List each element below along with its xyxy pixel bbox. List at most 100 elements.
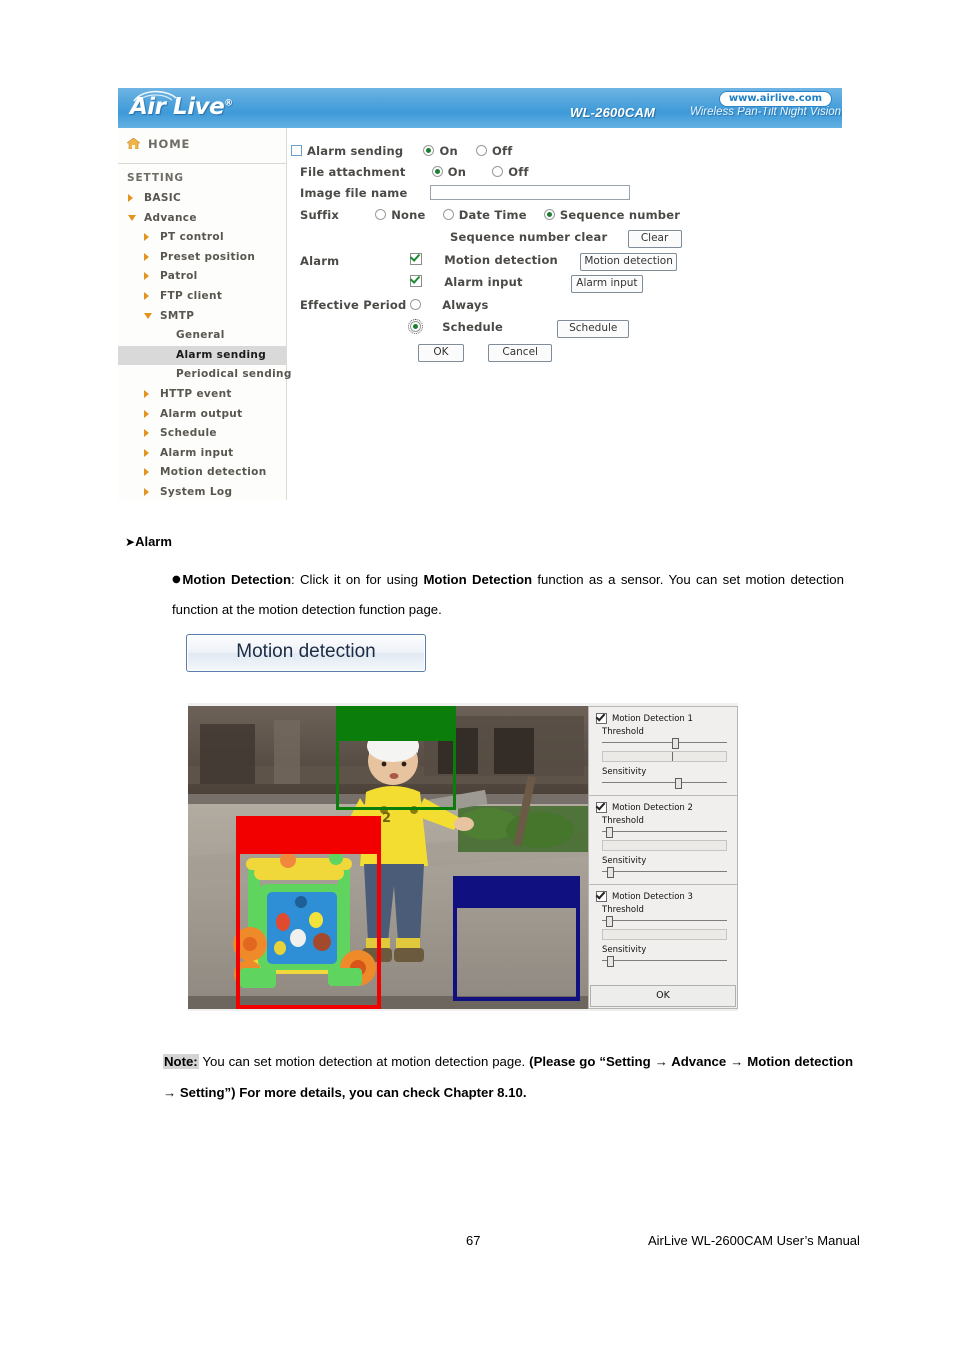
- alarm-sending-form: Alarm sending On Off File attachment On …: [286, 128, 842, 500]
- motion-detection-2-checkbox[interactable]: [596, 802, 607, 813]
- motion-detection-ok-button[interactable]: OK: [590, 985, 736, 1007]
- sidebar-item-label: Periodical sending: [176, 368, 292, 381]
- motion-detection-1-checkbox[interactable]: [596, 713, 607, 724]
- alarm-sending-on-radio[interactable]: [423, 145, 435, 156]
- sidebar-item-alarm-input[interactable]: Alarm input: [118, 444, 286, 464]
- ok-button[interactable]: OK: [418, 344, 464, 362]
- clear-button[interactable]: Clear: [627, 230, 682, 248]
- sidebar-item-home[interactable]: HOME: [118, 128, 286, 164]
- sidebar-item-patrol[interactable]: Patrol: [118, 267, 286, 287]
- sidebar-item-advance[interactable]: Advance: [118, 209, 286, 229]
- suffix-label: Suffix: [300, 208, 340, 222]
- sidebar-nav: BASIC Advance PT control Preset position Pat…: [118, 189, 291, 503]
- detection-zone-3[interactable]: [453, 876, 580, 1001]
- alarm-sending-checkbox[interactable]: [291, 145, 302, 156]
- suffix-none-radio[interactable]: [375, 209, 387, 220]
- airlive-website-link[interactable]: www.airlive.com: [718, 91, 832, 107]
- slider-thumb[interactable]: [605, 827, 613, 838]
- threshold-slider[interactable]: [602, 916, 727, 927]
- suffix-date-time-label: Date Time: [458, 208, 527, 222]
- alarm-motion-detection-row: Motion detection Motion detection: [410, 249, 678, 271]
- file-attachment-on-label: On: [447, 165, 467, 179]
- sidebar-item-general[interactable]: General: [118, 326, 286, 346]
- sequence-number-clear-row: Sequence number clear Clear: [450, 226, 682, 248]
- image-file-name-input[interactable]: [429, 185, 630, 200]
- slider-thumb[interactable]: [674, 778, 682, 789]
- sidebar-item-label: Alarm sending: [176, 348, 267, 361]
- threshold-slider[interactable]: [602, 827, 727, 838]
- meter-mark: [671, 752, 673, 761]
- slider-track: [602, 960, 727, 961]
- sensitivity-slider[interactable]: [602, 867, 727, 878]
- suffix-row: Suffix None Date Time Sequence number: [300, 204, 680, 223]
- sidebar-item-schedule[interactable]: Schedule: [118, 424, 286, 444]
- slider-thumb[interactable]: [605, 916, 613, 927]
- schedule-radio[interactable]: [408, 319, 423, 334]
- sidebar-item-pt-control[interactable]: PT control: [118, 228, 286, 248]
- section-heading-text: Alarm: [135, 534, 172, 549]
- threshold-label: Threshold: [602, 816, 644, 826]
- file-attachment-off-radio[interactable]: [492, 166, 504, 177]
- alarm-label-cell: Alarm: [300, 250, 339, 269]
- cancel-button[interactable]: Cancel: [488, 344, 553, 362]
- slider-track: [602, 831, 727, 832]
- threshold-label: Threshold: [602, 727, 644, 737]
- slider-thumb[interactable]: [607, 867, 614, 878]
- motion-detection-3-checkbox[interactable]: [596, 891, 607, 902]
- camera-model-label: WL-2600CAM: [570, 105, 656, 120]
- sidebar-item-alarm-output[interactable]: Alarm output: [118, 405, 286, 425]
- sidebar-item-periodical-sending[interactable]: Periodical sending: [118, 365, 291, 385]
- alarm-input-row: Alarm input Alarm input: [410, 271, 643, 293]
- alarm-input-checkbox[interactable]: [410, 275, 422, 287]
- alarm-input-checkbox-label: Alarm input: [444, 275, 523, 289]
- image-file-name-row: Image file name: [300, 182, 630, 201]
- sidebar-item-http-event[interactable]: HTTP event: [118, 385, 286, 405]
- alarm-sending-off-radio[interactable]: [476, 145, 488, 156]
- slider-track: [602, 742, 727, 743]
- suffix-none-label: None: [391, 208, 426, 222]
- camera-tagline: Wireless Pan-Tilt Night Vision IP Camera: [690, 106, 842, 118]
- slider-thumb[interactable]: [672, 738, 679, 749]
- sensitivity-slider[interactable]: [602, 956, 727, 967]
- chevron-down-icon: [128, 214, 136, 221]
- motion-detection-button-image[interactable]: Motion detection: [186, 634, 426, 672]
- bullet-icon: ●: [172, 574, 183, 585]
- chevron-right-icon: [144, 487, 149, 496]
- sidebar-item-basic[interactable]: BASIC: [118, 189, 286, 209]
- motion-detection-checkbox[interactable]: [410, 253, 422, 265]
- sensitivity-slider[interactable]: [602, 778, 727, 789]
- sidebar-item-alarm-sending[interactable]: Alarm sending: [118, 345, 286, 366]
- motion-detection-1-title: Motion Detection 1: [612, 713, 693, 724]
- chevron-right-icon: [128, 194, 133, 202]
- detection-zone-2[interactable]: [236, 816, 381, 1009]
- note-text: You can set motion detection at motion d…: [198, 1054, 530, 1069]
- sidebar-item-system-log[interactable]: System Log: [118, 483, 286, 503]
- suffix-date-time-radio[interactable]: [442, 209, 454, 220]
- threshold-meter-wrap: [596, 840, 729, 851]
- motion-detection-button[interactable]: Motion detection: [580, 253, 678, 271]
- file-attachment-on-radio[interactable]: [431, 166, 443, 177]
- sidebar-item-label: Alarm input: [160, 446, 234, 459]
- chevron-right-icon: [144, 448, 149, 457]
- sidebar-item-ftp-client[interactable]: FTP client: [118, 287, 286, 307]
- sidebar-item-smtp[interactable]: SMTP: [118, 307, 286, 327]
- motion-detection-section-3: Motion Detection 3 Threshold Sensitivity: [589, 885, 737, 974]
- threshold-label: Threshold: [602, 905, 644, 915]
- chevron-right-icon: [144, 272, 149, 281]
- para-bold-1: Motion Detection: [182, 572, 292, 587]
- sidebar-item-preset-position[interactable]: Preset position: [118, 248, 286, 268]
- motion-detection-window: 2 Motion Detection 1 Threshold Sensitivi…: [188, 703, 738, 1011]
- sidebar-item-label: Schedule: [160, 427, 217, 440]
- manual-title-footer: AirLive WL-2600CAM User’s Manual: [648, 1233, 860, 1248]
- threshold-slider[interactable]: [602, 738, 727, 749]
- alarm-input-button[interactable]: Alarm input: [570, 275, 643, 293]
- detection-zone-1[interactable]: [336, 706, 456, 810]
- motion-detection-settings-panel: Motion Detection 1 Threshold Sensitivity Mo…: [588, 706, 738, 1009]
- sidebar-item-motion-detection[interactable]: Motion detection: [118, 463, 286, 483]
- suffix-sequence-number-radio[interactable]: [543, 209, 555, 220]
- slider-track: [602, 920, 727, 921]
- section-arrow-icon: ➤: [125, 535, 136, 549]
- schedule-button[interactable]: Schedule: [557, 320, 630, 338]
- always-radio[interactable]: [410, 299, 421, 310]
- slider-thumb[interactable]: [607, 956, 614, 967]
